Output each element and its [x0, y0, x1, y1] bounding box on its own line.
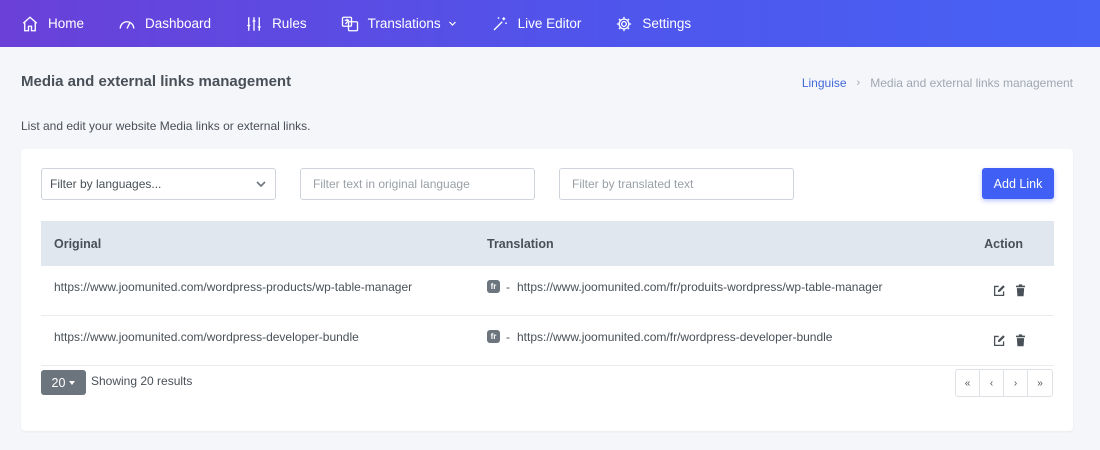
edit-icon[interactable]: [993, 284, 1006, 297]
nav-item-home[interactable]: Home: [21, 15, 84, 33]
language-badge: fr: [487, 330, 500, 343]
chevron-down-icon: [256, 181, 266, 188]
nav-item-live-editor[interactable]: Live Editor: [491, 15, 582, 33]
page-title: Media and external links management: [21, 73, 292, 90]
top-navigation: Home Dashboard Rules Translations Live E…: [0, 0, 1100, 47]
translated-url: https://www.joomunited.com/fr/produits-w…: [517, 279, 883, 294]
language-filter-placeholder: Filter by languages...: [50, 177, 162, 191]
magic-wand-icon: [493, 16, 507, 30]
trash-icon[interactable]: [1014, 334, 1027, 347]
last-page-button[interactable]: »: [1028, 370, 1052, 396]
gauge-icon: [119, 20, 135, 29]
nav-label-rules: Rules: [272, 16, 307, 31]
translated-text-filter-input[interactable]: [559, 168, 794, 200]
per-page-value: 20: [51, 375, 66, 390]
links-table: Original Translation Action https://www.…: [41, 221, 1054, 366]
nav-label-translations: Translations: [367, 16, 441, 31]
nav-item-translations[interactable]: Translations: [341, 15, 457, 33]
row-actions: [947, 284, 1054, 297]
original-text-filter-input[interactable]: [300, 168, 535, 200]
table-row: https://www.joomunited.com/wordpress-pro…: [41, 266, 1054, 316]
breadcrumb-separator: ›: [856, 77, 861, 89]
next-page-button[interactable]: ›: [1004, 370, 1028, 396]
pagination: « ‹ › »: [955, 369, 1053, 397]
nav-label-home: Home: [48, 16, 85, 31]
nav-item-settings[interactable]: Settings: [615, 15, 691, 33]
edit-icon[interactable]: [993, 334, 1006, 347]
dash-separator: -: [506, 279, 510, 294]
dash-separator: -: [506, 329, 510, 344]
table-row: https://www.joomunited.com/wordpress-dev…: [41, 316, 1054, 366]
sliders-icon: [247, 16, 261, 31]
results-count: Showing 20 results: [91, 374, 193, 388]
language-badge: fr: [487, 280, 500, 293]
language-filter-select[interactable]: Filter by languages...: [41, 168, 276, 200]
per-page-dropdown[interactable]: 20: [41, 370, 86, 395]
header-action: Action: [984, 236, 1023, 251]
breadcrumb-root-link[interactable]: Linguise: [802, 76, 847, 90]
table-header: Original Translation Action: [41, 221, 1054, 266]
caret-down-icon: [69, 380, 76, 385]
translation-cell: fr - https://www.joomunited.com/fr/produ…: [487, 280, 947, 294]
links-card: Filter by languages... Add Link Original…: [21, 149, 1073, 431]
page-subtitle: List and edit your website Media links o…: [21, 119, 311, 133]
header-original: Original: [54, 236, 102, 251]
first-page-button[interactable]: «: [956, 370, 980, 396]
original-url: https://www.joomunited.com/wordpress-pro…: [54, 279, 413, 294]
nav-label-settings: Settings: [642, 16, 692, 31]
original-url: https://www.joomunited.com/wordpress-dev…: [54, 329, 359, 344]
row-actions: [947, 334, 1054, 347]
nav-label-dashboard: Dashboard: [145, 16, 212, 31]
trash-icon[interactable]: [1014, 284, 1027, 297]
nav-item-dashboard[interactable]: Dashboard: [118, 15, 211, 33]
header-translation: Translation: [487, 236, 554, 251]
translate-icon: [341, 16, 358, 31]
add-link-button[interactable]: Add Link: [982, 168, 1054, 199]
nav-item-rules[interactable]: Rules: [245, 15, 307, 33]
chevron-down-icon: [448, 21, 456, 26]
previous-page-button[interactable]: ‹: [980, 370, 1004, 396]
breadcrumb: Linguise › Media and external links mana…: [802, 76, 1073, 90]
breadcrumb-current: Media and external links management: [870, 76, 1073, 90]
home-icon: [22, 15, 38, 31]
gear-icon: [617, 16, 632, 31]
nav-label-live-editor: Live Editor: [517, 16, 582, 31]
translation-cell: fr - https://www.joomunited.com/fr/wordp…: [487, 330, 947, 344]
translated-url: https://www.joomunited.com/fr/wordpress-…: [517, 329, 833, 344]
